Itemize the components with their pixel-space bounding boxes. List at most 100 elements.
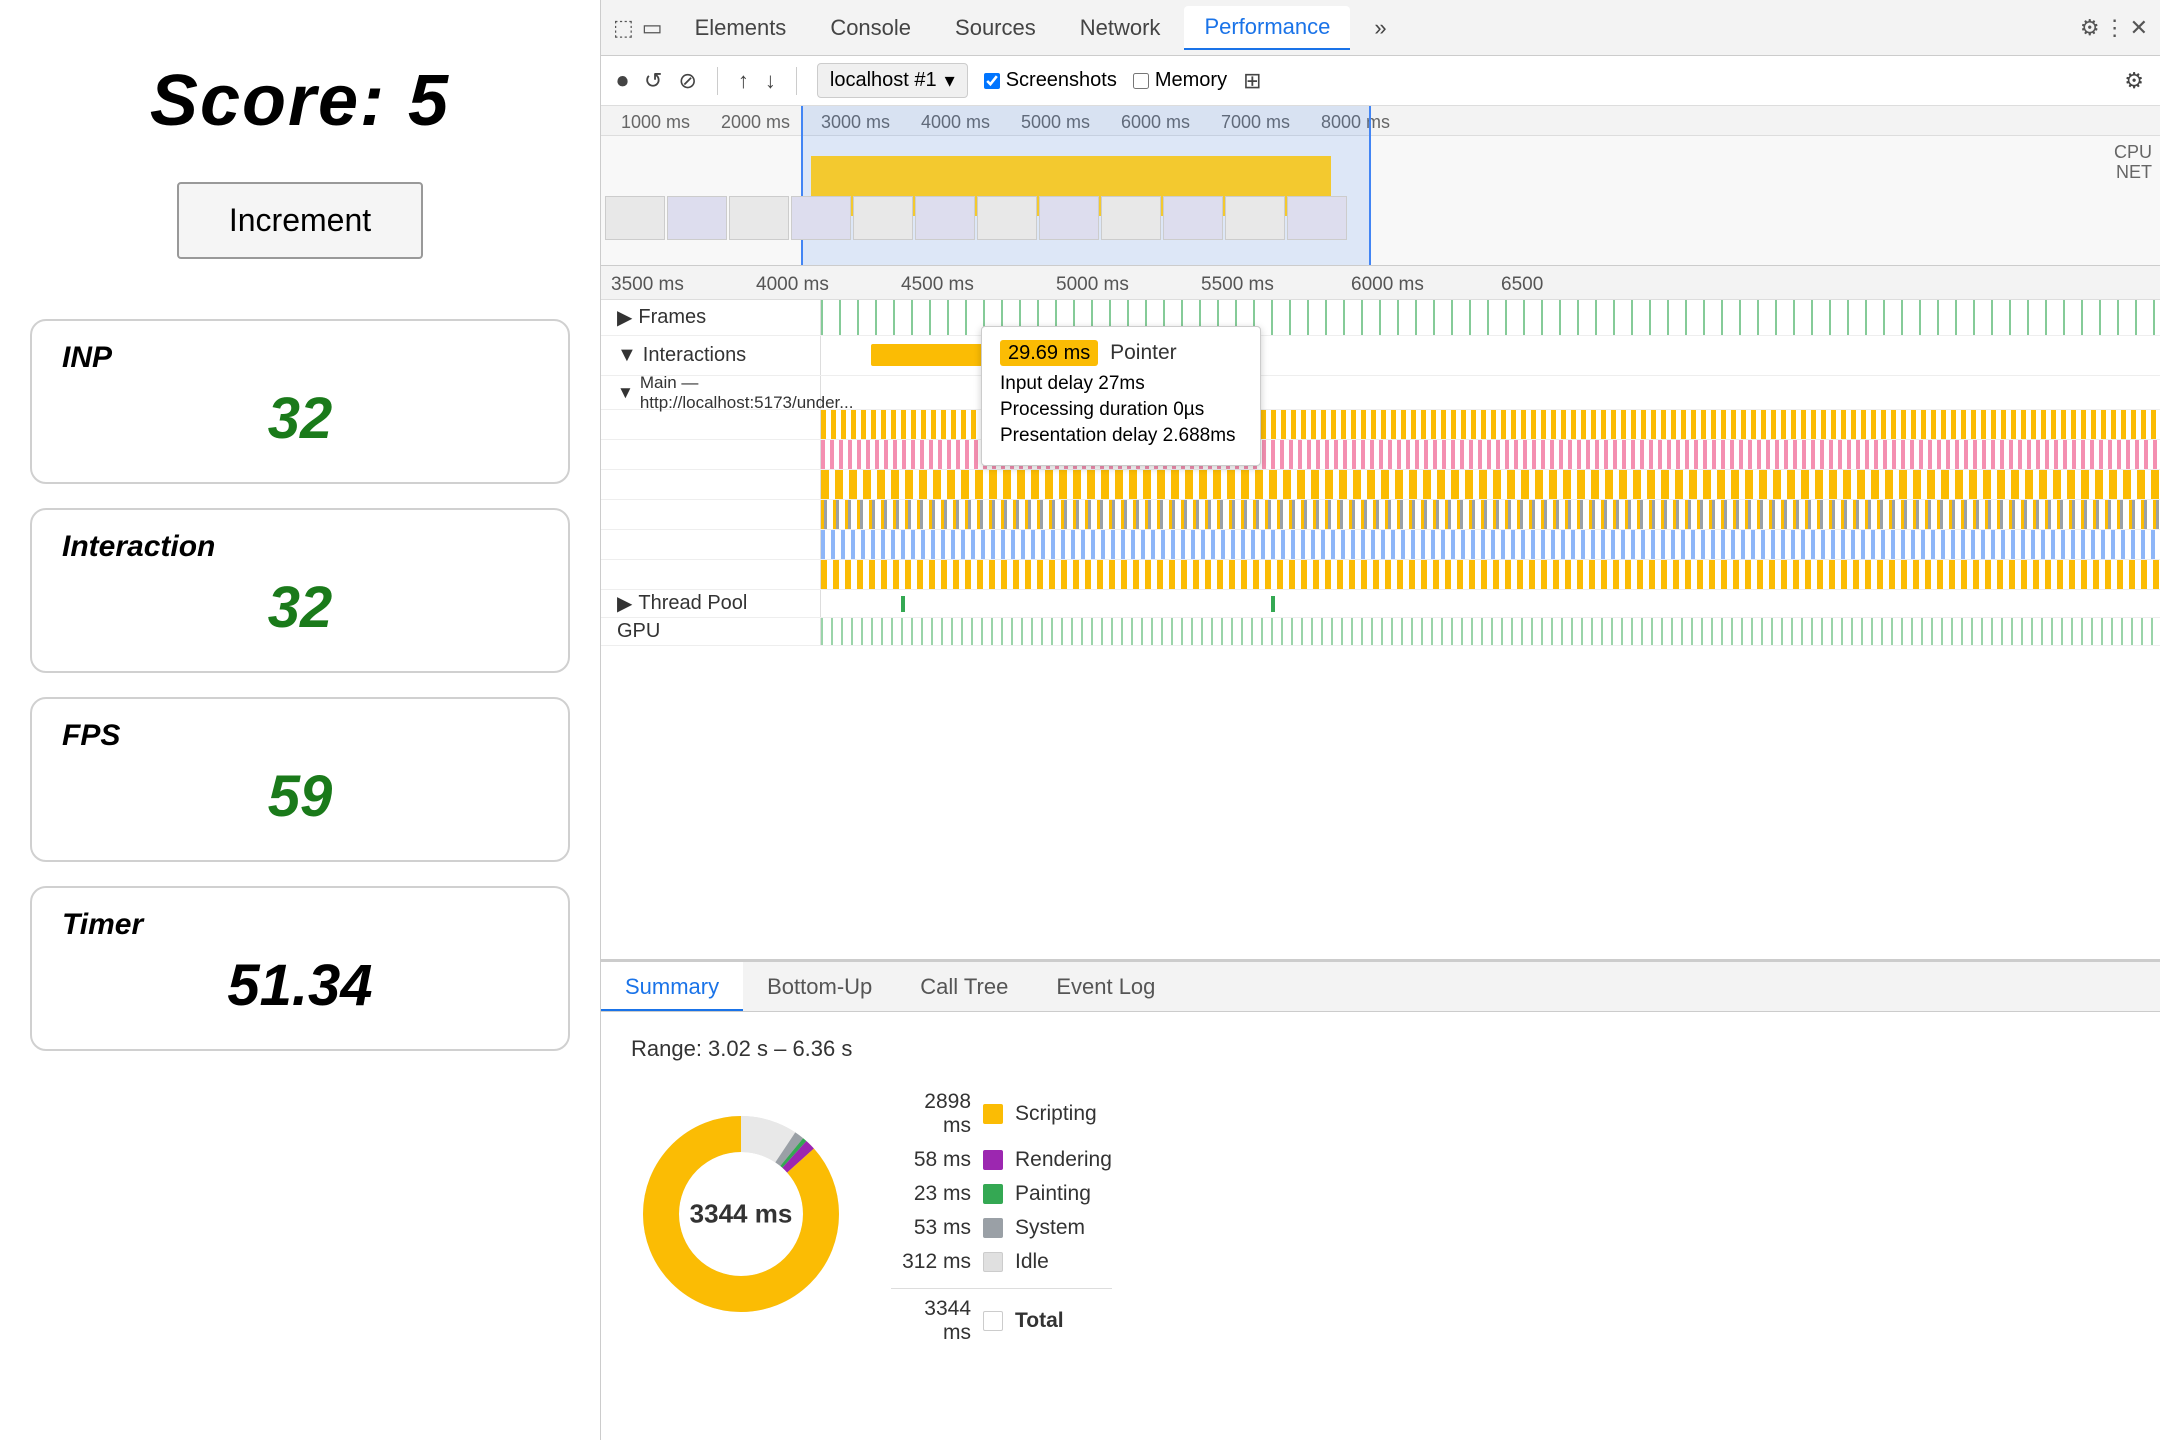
timeline-overview[interactable]: 1000 ms 2000 ms 3000 ms 4000 ms 5000 ms … <box>601 106 2160 266</box>
fps-label: FPS <box>62 719 538 753</box>
screenshot-strip <box>601 196 2160 246</box>
legend-painting: 23 ms Painting <box>891 1182 1112 1206</box>
memory-label: Memory <box>1155 69 1227 92</box>
download-icon[interactable]: ↓ <box>765 68 776 94</box>
screenshots-check[interactable] <box>984 73 1000 89</box>
interaction-label: Interaction <box>62 530 538 564</box>
scripting-content-3 <box>821 470 2160 499</box>
summary-inner: Range: 3.02 s – 6.36 s <box>631 1036 2130 1345</box>
screenshots-checkbox[interactable]: Screenshots <box>984 69 1117 92</box>
summary-chart-area: 3344 ms 2898 ms Scripting 58 ms Renderin… <box>631 1082 2130 1345</box>
rendering-ms: 58 ms <box>891 1148 971 1172</box>
rendering-label: Rendering <box>1015 1148 1112 1172</box>
idle-ms: 312 ms <box>891 1250 971 1274</box>
system-color <box>983 1218 1003 1238</box>
inp-label: INP <box>62 341 538 375</box>
close-icon[interactable]: ✕ <box>2130 15 2148 41</box>
scripting-ms: 2898 ms <box>891 1090 971 1138</box>
main-expand-icon[interactable]: ▼ <box>617 383 634 403</box>
scripting-content-6 <box>821 560 2160 589</box>
tab-more[interactable]: » <box>1354 7 1406 49</box>
scripting-label-2 <box>601 440 821 469</box>
presentation-label: Presentation delay <box>1000 425 1157 446</box>
scripting-label: Scripting <box>1015 1102 1097 1126</box>
thread-pool-content <box>821 590 2160 617</box>
scripting-color <box>983 1104 1003 1124</box>
bottom-tab-bar: Summary Bottom-Up Call Tree Event Log <box>601 962 2160 1012</box>
left-panel: Score: 5 Increment INP 32 Interaction 32… <box>0 0 600 1440</box>
event-log-tab[interactable]: Event Log <box>1032 962 1179 1011</box>
donut-chart: 3344 ms <box>631 1104 851 1324</box>
clear-icon[interactable]: ⊘ <box>678 68 696 94</box>
summary-content: Range: 3.02 s – 6.36 s <box>601 1012 2160 1440</box>
total-color <box>983 1311 1003 1331</box>
input-delay-label: Input delay <box>1000 373 1093 394</box>
frames-expand-icon[interactable]: ▶ <box>617 305 632 330</box>
inspect-icon[interactable]: ⬚ <box>613 15 634 41</box>
tooltip-processing: Processing duration 0µs <box>1000 399 1242 421</box>
r2-5: 5500 ms <box>1201 274 1274 296</box>
url-selector[interactable]: localhost #1 ▾ <box>817 63 968 98</box>
tooltip-ms: 29.69 ms <box>1000 340 1098 366</box>
call-tree-tab[interactable]: Call Tree <box>896 962 1032 1011</box>
gpu-content <box>821 618 2160 645</box>
reload-icon[interactable]: ↺ <box>644 68 662 94</box>
legend-scripting: 2898 ms Scripting <box>891 1090 1112 1138</box>
fps-value: 59 <box>62 763 538 830</box>
toolbar-settings-icon[interactable]: ⚙ <box>2124 68 2144 94</box>
legend-total: 3344 ms Total <box>891 1288 1112 1345</box>
divider2 <box>796 67 797 95</box>
scripting-row-6 <box>601 560 2160 590</box>
settings-gear-icon[interactable]: ⚙ <box>2080 15 2100 41</box>
memory-check[interactable] <box>1133 73 1149 89</box>
record-icon[interactable]: ⏺ <box>617 68 628 94</box>
interactions-expand-icon[interactable]: ▼ <box>617 344 637 367</box>
thread-pool-expand-icon[interactable]: ▶ <box>617 591 632 616</box>
timeline-rows: ▶ Frames ▼ Interactions <box>601 300 2160 646</box>
idle-color <box>983 1252 1003 1272</box>
screenshots-label: Screenshots <box>1006 69 1117 92</box>
scripting-row-4 <box>601 500 2160 530</box>
summary-tab[interactable]: Summary <box>601 962 743 1011</box>
interactions-label: ▼ Interactions <box>601 336 821 375</box>
tab-console[interactable]: Console <box>810 7 931 49</box>
idle-label: Idle <box>1015 1250 1049 1274</box>
interaction-value: 32 <box>62 574 538 641</box>
scripting-content-4 <box>821 500 2160 529</box>
tab-performance[interactable]: Performance <box>1184 6 1350 50</box>
scripting-row-3 <box>601 470 2160 500</box>
main-label: ▼ Main — http://localhost:5173/under... <box>601 376 821 409</box>
device-icon[interactable]: ▭ <box>642 15 663 41</box>
scripting-label-4 <box>601 500 821 529</box>
upload-icon[interactable]: ↑ <box>738 68 749 94</box>
capture-icon[interactable]: ⊞ <box>1243 68 1261 94</box>
score-display: Score: 5 <box>150 60 450 142</box>
range-text: Range: 3.02 s – 6.36 s <box>631 1036 2130 1062</box>
r2-7: 6500 <box>1501 274 1543 296</box>
interaction-tooltip: 29.69 ms Pointer Input delay 27ms Proces… <box>981 326 1261 466</box>
more-options-icon[interactable]: ⋮ <box>2104 15 2126 41</box>
frames-label: ▶ Frames <box>601 300 821 335</box>
timeline-main[interactable]: 3500 ms 4000 ms 4500 ms 5000 ms 5500 ms … <box>601 266 2160 960</box>
timer-value: 51.34 <box>62 952 538 1019</box>
url-dropdown-icon: ▾ <box>945 68 955 93</box>
bottom-up-tab[interactable]: Bottom-Up <box>743 962 896 1011</box>
r2-2: 4000 ms <box>756 274 829 296</box>
score-value: 5 <box>408 61 450 141</box>
painting-color <box>983 1184 1003 1204</box>
legend-idle: 312 ms Idle <box>891 1250 1112 1274</box>
tab-sources[interactable]: Sources <box>935 7 1056 49</box>
total-label: Total <box>1015 1309 1064 1333</box>
frames-row: ▶ Frames <box>601 300 2160 336</box>
tooltip-title: 29.69 ms Pointer <box>1000 341 1242 365</box>
increment-button[interactable]: Increment <box>177 182 423 259</box>
scripting-label-5 <box>601 530 821 559</box>
tab-network[interactable]: Network <box>1060 7 1181 49</box>
scripting-label-6 <box>601 560 821 589</box>
score-label: Score: <box>150 61 386 141</box>
thread-pool-label: ▶ Thread Pool <box>601 590 821 617</box>
memory-checkbox[interactable]: Memory <box>1133 69 1227 92</box>
tab-elements[interactable]: Elements <box>675 7 807 49</box>
system-ms: 53 ms <box>891 1216 971 1240</box>
timeline-ruler2: 3500 ms 4000 ms 4500 ms 5000 ms 5500 ms … <box>601 266 2160 300</box>
